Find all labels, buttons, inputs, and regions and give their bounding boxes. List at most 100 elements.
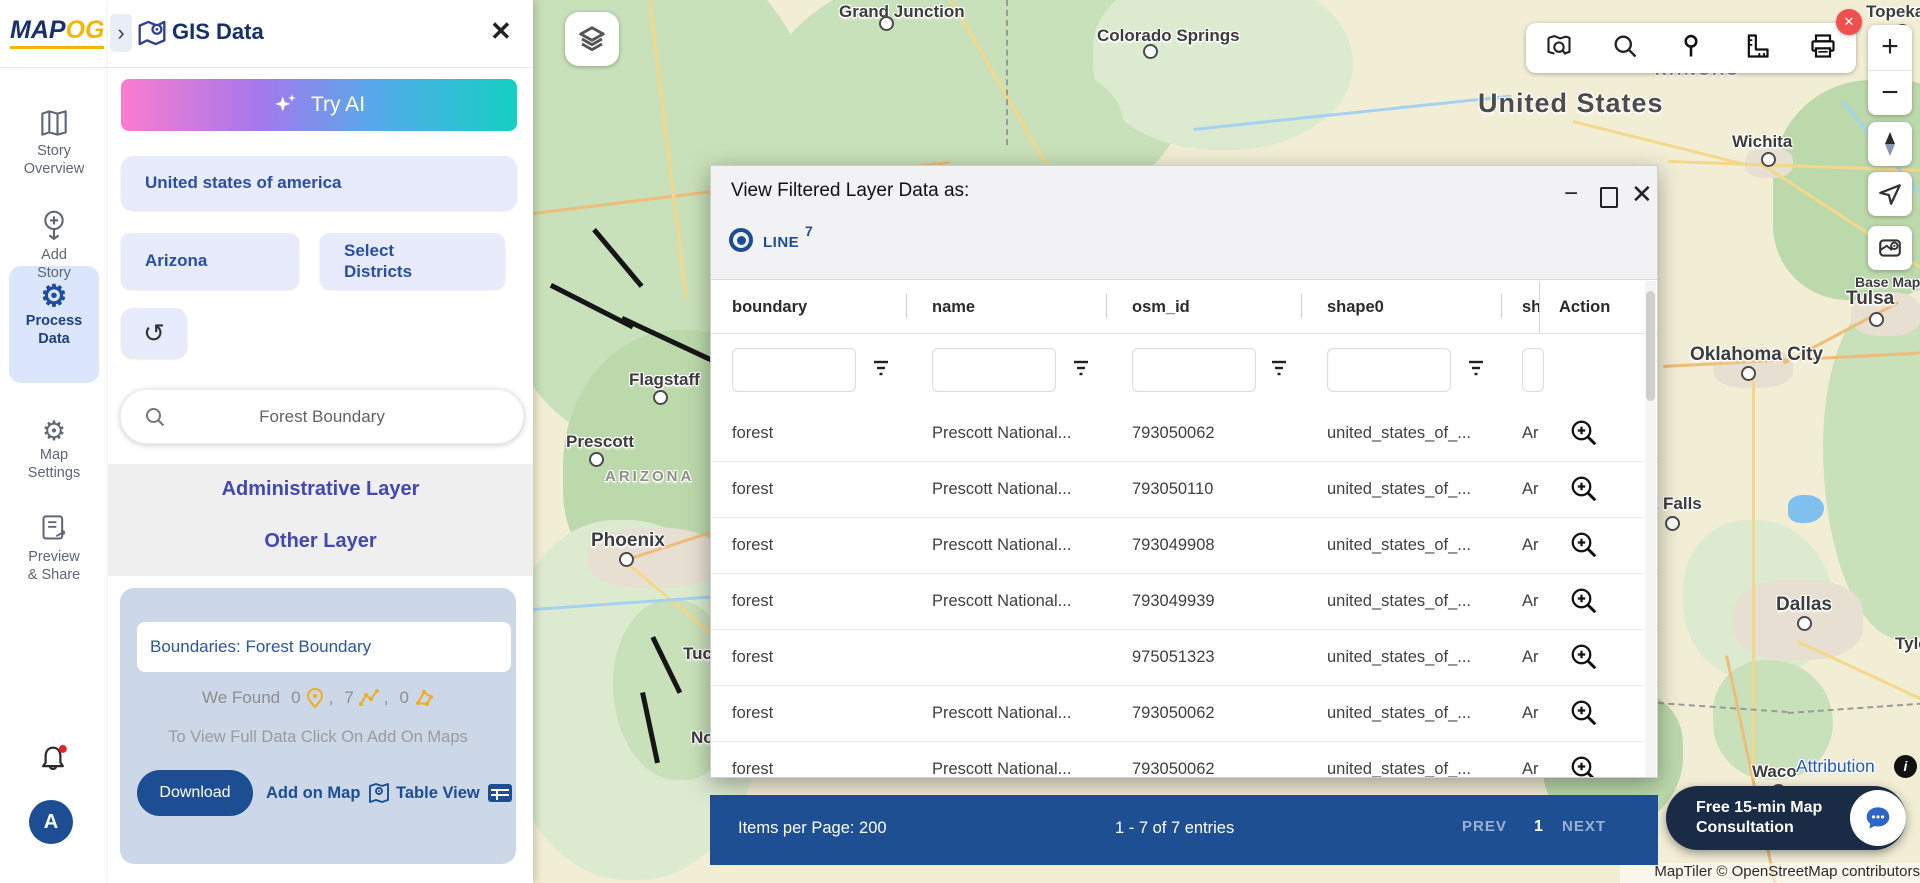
zoom-to-feature-button[interactable] bbox=[1569, 418, 1599, 448]
line-radio[interactable] bbox=[729, 228, 753, 252]
prev-page-button[interactable]: PREV bbox=[1462, 818, 1507, 835]
attribution-link[interactable]: Attribution bbox=[1796, 756, 1875, 777]
sidebar-item-story-overview[interactable]: Story Overview bbox=[0, 110, 108, 178]
dialog-header[interactable]: View Filtered Layer Data as: − ✕ LINE 7 bbox=[711, 166, 1657, 280]
sidebar-item-preview-share[interactable]: Preview & Share bbox=[0, 514, 108, 584]
consultation-chat-button[interactable]: Free 15-min Map Consultation bbox=[1666, 786, 1906, 850]
filter-input-sh[interactable] bbox=[1522, 348, 1544, 392]
layers-button[interactable] bbox=[565, 12, 619, 66]
state-value: Arizona bbox=[145, 251, 207, 271]
other-layer-link[interactable]: Other Layer bbox=[108, 530, 533, 553]
minimize-button[interactable]: − bbox=[1564, 182, 1578, 206]
dialog-close-button[interactable]: ✕ bbox=[1631, 182, 1653, 206]
column-header-shape0[interactable]: shape0 bbox=[1327, 281, 1384, 333]
zoom-to-feature-button[interactable] bbox=[1569, 474, 1599, 504]
map-label-oklahoma-city: Oklahoma City bbox=[1690, 344, 1823, 366]
maximize-button[interactable] bbox=[1600, 187, 1618, 208]
info-icon[interactable]: i bbox=[1894, 755, 1917, 778]
zoom-in-button[interactable]: + bbox=[1868, 25, 1912, 71]
filter-icon[interactable] bbox=[871, 359, 891, 377]
try-ai-button[interactable]: Try AI bbox=[121, 79, 517, 131]
cell-sh: Ar bbox=[1522, 517, 1539, 573]
base-map-button[interactable] bbox=[1868, 226, 1912, 270]
column-header-action: Action bbox=[1559, 281, 1610, 333]
filter-icon[interactable] bbox=[1269, 359, 1289, 377]
zoom-to-feature-button[interactable] bbox=[1569, 642, 1599, 672]
mapog-logo[interactable]: MAPOG bbox=[10, 16, 104, 49]
cell-shape0: united_states_of_... bbox=[1327, 629, 1471, 685]
table-view-button[interactable]: Table View bbox=[396, 770, 513, 816]
cell-name: Prescott National... bbox=[932, 741, 1071, 777]
measure-button[interactable] bbox=[1743, 32, 1771, 65]
close-panel-button[interactable]: ✕ bbox=[490, 16, 512, 47]
district-select[interactable]: Select Districts bbox=[320, 233, 505, 289]
location-pin-icon bbox=[1677, 32, 1705, 60]
administrative-layer-link[interactable]: Administrative Layer bbox=[108, 478, 533, 501]
table-row[interactable]: forest Prescott National... 793049939 un… bbox=[711, 573, 1657, 630]
map-label-waco: Waco bbox=[1752, 762, 1797, 782]
filter-icon[interactable] bbox=[1071, 359, 1091, 377]
column-header-osm-id[interactable]: osm_id bbox=[1132, 281, 1190, 333]
zoom-to-feature-button[interactable] bbox=[1569, 530, 1599, 560]
cell-boundary: forest bbox=[732, 461, 773, 517]
layer-search-box[interactable]: Forest Boundary bbox=[120, 389, 524, 444]
table-row[interactable]: forest Prescott National... 793050062 un… bbox=[711, 405, 1657, 462]
collapse-panel-button[interactable]: › bbox=[110, 14, 132, 52]
filter-input-boundary[interactable] bbox=[732, 348, 856, 392]
forest-area bbox=[923, 60, 1123, 180]
table-view-icon bbox=[487, 782, 513, 804]
search-button[interactable] bbox=[1611, 32, 1639, 65]
avatar[interactable]: A bbox=[29, 800, 73, 844]
zoom-to-feature-button[interactable] bbox=[1569, 586, 1599, 616]
sidebar-item-process-data[interactable]: ⚙ Process Data bbox=[0, 282, 108, 348]
country-select[interactable]: United states of america bbox=[121, 156, 517, 210]
layers-icon bbox=[577, 24, 607, 54]
add-on-map-button[interactable]: Add on Map bbox=[266, 770, 391, 816]
city-marker bbox=[1143, 44, 1158, 59]
filter-input-osm-id[interactable] bbox=[1132, 348, 1256, 392]
column-header-boundary[interactable]: boundary bbox=[732, 281, 807, 333]
filter-input-shape0[interactable] bbox=[1327, 348, 1451, 392]
map-credits[interactable]: MapTiler © OpenStreetMap contributors bbox=[1620, 863, 1920, 883]
locate-button[interactable] bbox=[1868, 172, 1912, 216]
column-divider bbox=[1501, 294, 1502, 318]
items-per-page[interactable]: Items per Page: 200 bbox=[738, 819, 887, 838]
zoom-to-feature-button[interactable] bbox=[1569, 698, 1599, 728]
sidebar-item-map-settings[interactable]: ⚙ Map Settings bbox=[0, 416, 108, 482]
nav-label: Settings bbox=[28, 465, 80, 481]
table-row[interactable]: forest 975051323 united_states_of_... Ar bbox=[711, 629, 1657, 686]
compass-button[interactable] bbox=[1868, 122, 1912, 166]
filter-icon[interactable] bbox=[1466, 359, 1486, 377]
scrollbar-thumb[interactable] bbox=[1646, 291, 1655, 401]
line-count: 7 bbox=[805, 223, 813, 239]
sidebar-item-add-story[interactable]: Add Story bbox=[0, 210, 108, 282]
next-page-button[interactable]: NEXT bbox=[1562, 818, 1606, 835]
close-toolbar-badge[interactable]: ✕ bbox=[1836, 9, 1862, 35]
table-row[interactable]: forest Prescott National... 793050062 un… bbox=[711, 685, 1657, 742]
location-button[interactable] bbox=[1677, 32, 1705, 65]
download-button[interactable]: Download bbox=[137, 770, 253, 816]
city-marker bbox=[879, 16, 894, 31]
table-view-label: Table View bbox=[396, 784, 480, 803]
table-scrollbar[interactable] bbox=[1645, 281, 1656, 777]
cell-shape0: united_states_of_... bbox=[1327, 573, 1471, 629]
lines-count: 7 bbox=[344, 688, 353, 708]
zoom-to-feature-button[interactable] bbox=[1569, 754, 1599, 777]
filter-input-name[interactable] bbox=[932, 348, 1056, 392]
column-header-name[interactable]: name bbox=[932, 281, 975, 333]
current-page[interactable]: 1 bbox=[1534, 818, 1544, 836]
zoom-out-button[interactable]: − bbox=[1868, 71, 1912, 116]
notification-dot bbox=[59, 745, 67, 753]
state-select[interactable]: Arizona bbox=[121, 233, 299, 289]
undo-button[interactable]: ↺ bbox=[121, 308, 187, 358]
column-header-sh[interactable]: sh bbox=[1522, 281, 1539, 333]
table-row[interactable]: forest Prescott National... 793050110 un… bbox=[711, 461, 1657, 518]
cell-shape0: united_states_of_... bbox=[1327, 517, 1471, 573]
table-row[interactable]: forest Prescott National... 793049908 un… bbox=[711, 517, 1657, 574]
boundary-card-title: Boundaries: Forest Boundary bbox=[137, 622, 511, 672]
print-button[interactable] bbox=[1809, 32, 1837, 65]
notifications-bell[interactable] bbox=[38, 744, 68, 781]
map-inspect-button[interactable] bbox=[1545, 32, 1573, 65]
table-row[interactable]: forest Prescott National... 793050062 un… bbox=[711, 741, 1657, 777]
comma: , bbox=[384, 688, 389, 708]
